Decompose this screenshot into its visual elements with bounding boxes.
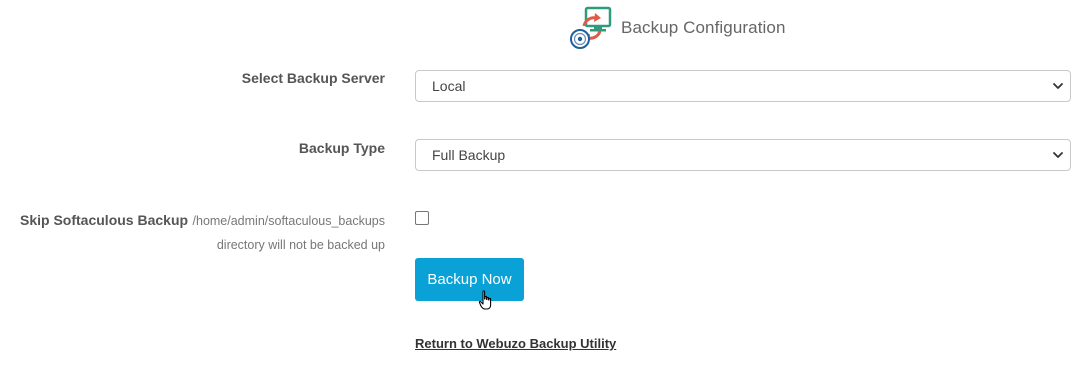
skip-softaculous-title: Skip Softaculous Backup [20,212,189,228]
page-header: Backup Configuration [570,6,786,50]
page-title: Backup Configuration [621,18,786,37]
backup-type-select[interactable]: Full Backup [415,139,1071,171]
skip-softaculous-path: /home/admin/softaculous_backups [192,214,385,228]
backup-configuration-page: Backup Configuration Select Backup Serve… [0,0,1086,367]
hand-cursor-icon [478,290,492,310]
chevron-down-icon [1053,83,1063,89]
skip-softaculous-help: directory will not be backed up [216,238,385,252]
backup-config-icon [570,6,612,49]
backup-server-select[interactable]: Local [415,70,1071,102]
return-webuzo-backup-link[interactable]: Return to Webuzo Backup Utility [415,336,616,351]
skip-softaculous-label: Skip Softaculous Backup /home/admin/soft… [10,208,385,257]
skip-softaculous-checkbox[interactable] [415,211,429,225]
backup-type-value: Full Backup [432,147,506,163]
backup-type-label: Backup Type [298,140,385,156]
backup-now-button[interactable]: Backup Now [415,258,524,301]
backup-server-value: Local [432,78,466,94]
backup-server-label: Select Backup Server [241,70,385,86]
chevron-down-icon [1053,152,1063,158]
backup-now-label: Backup Now [427,271,512,288]
